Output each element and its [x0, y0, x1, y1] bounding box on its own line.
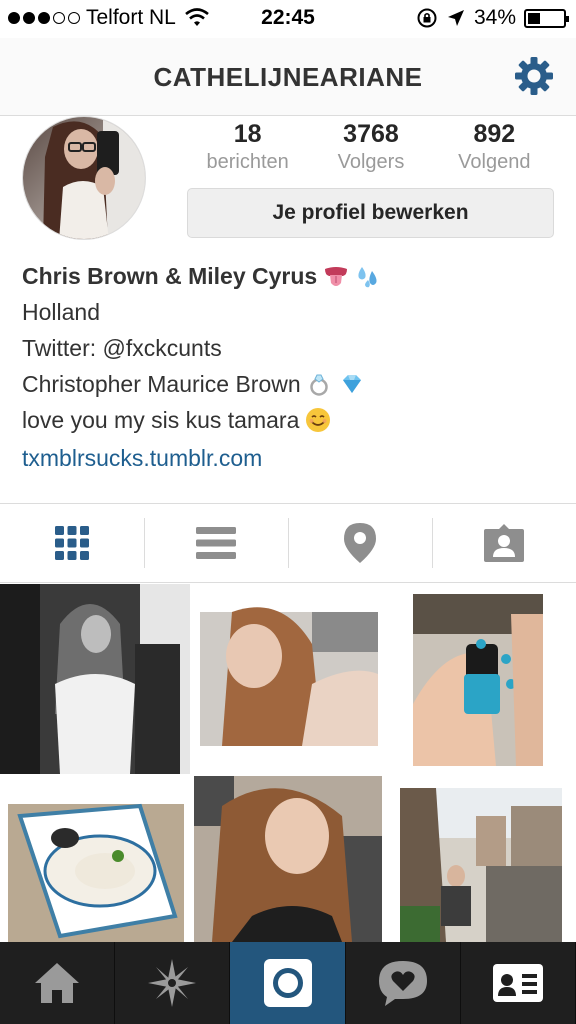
- bio-line: Twitter: @fxckcunts: [22, 335, 222, 361]
- photo-grid-item[interactable]: [386, 776, 576, 942]
- battery-percent: 34%: [473, 6, 516, 29]
- smiling-face-emoji-icon: [306, 408, 331, 432]
- tab-tagged-photos[interactable]: [432, 504, 576, 582]
- activity-heart-bubble-icon: [378, 961, 427, 1006]
- stat-value: 18: [233, 120, 262, 148]
- explore-star-icon: [148, 959, 197, 1007]
- tab-profile[interactable]: [461, 942, 576, 1024]
- tongue-emoji-icon: [325, 267, 348, 286]
- profile-stats: 18 berichten 3768 Volgers 892 Volgend: [186, 120, 556, 174]
- photo-thumbnail: [0, 584, 190, 774]
- bio-full-name: Chris Brown & Miley Cyrus: [22, 263, 318, 289]
- bio-name-line: Chris Brown & Miley Cyrus: [22, 258, 562, 294]
- photo-grid-item[interactable]: [386, 584, 576, 774]
- following-count[interactable]: 892 Volgend: [433, 120, 556, 174]
- tab-grid-view[interactable]: [0, 504, 144, 582]
- followers-count[interactable]: 3768 Volgers: [309, 120, 432, 174]
- profile-card-icon: [492, 964, 543, 1002]
- posts-count[interactable]: 18 berichten: [186, 120, 309, 174]
- tab-home[interactable]: [0, 942, 116, 1024]
- bio-line: Holland: [22, 299, 100, 325]
- avatar-photo: [23, 117, 145, 239]
- bio-line-text: love you my sis kus tamara: [22, 407, 300, 433]
- photo-thumbnail: [400, 788, 562, 942]
- photo-thumbnail: [194, 776, 382, 942]
- photo-grid-item[interactable]: [0, 584, 190, 774]
- photo-grid-item[interactable]: [192, 776, 384, 942]
- ring-emoji-icon: [309, 374, 328, 396]
- rotation-lock-icon: [417, 8, 437, 28]
- camera-icon: [263, 959, 312, 1007]
- bio-line-with-emoji: Christopher Maurice Brown: [22, 366, 562, 402]
- photo-thumbnail: [8, 803, 184, 942]
- tab-explore[interactable]: [115, 942, 231, 1024]
- profile-avatar[interactable]: [22, 116, 146, 240]
- tab-activity[interactable]: [346, 942, 461, 1024]
- bio-line-with-emoji: love you my sis kus tamara: [22, 402, 562, 438]
- stat-label: berichten: [206, 151, 289, 173]
- grid-icon: [55, 526, 89, 560]
- bio-website-link[interactable]: txmblrsucks.tumblr.com: [22, 440, 562, 476]
- status-bar: Telfort NL 22:45 34%: [0, 0, 576, 38]
- photo-thumbnail: [200, 607, 378, 746]
- bio-line-text: Christopher Maurice Brown: [22, 371, 301, 397]
- tab-map-view[interactable]: [288, 504, 432, 582]
- profile-view-tabs: [0, 503, 576, 583]
- tab-camera[interactable]: [230, 942, 346, 1024]
- bottom-tab-bar: [0, 942, 576, 1024]
- list-icon: [196, 527, 236, 559]
- photo-thumbnail: [413, 594, 543, 766]
- gem-emoji-icon: [342, 375, 361, 393]
- location-pin-icon: [344, 523, 376, 563]
- home-icon: [35, 963, 80, 1003]
- location-arrow-icon: [447, 10, 464, 26]
- navigation-bar: CATHELIJNEARIANE: [0, 38, 576, 116]
- stat-value: 3768: [343, 120, 399, 148]
- stat-label: Volgers: [337, 151, 405, 173]
- stat-value: 892: [473, 120, 516, 148]
- battery-level: [528, 12, 540, 24]
- photo-grid-item[interactable]: [192, 584, 384, 774]
- tagged-person-icon: [484, 524, 524, 562]
- profile-bio: Chris Brown & Miley Cyrus Holland Twitte…: [22, 258, 562, 476]
- battery-icon: [524, 8, 569, 28]
- photo-grid-item[interactable]: [0, 776, 190, 942]
- gear-icon[interactable]: [514, 56, 554, 96]
- profile-username: CATHELIJNEARIANE: [153, 62, 423, 92]
- tab-list-view[interactable]: [144, 504, 288, 582]
- sweat-drops-emoji-icon: [358, 267, 377, 288]
- stat-label: Volgend: [458, 151, 531, 173]
- status-right: 34%: [416, 6, 569, 30]
- edit-profile-button[interactable]: Je profiel bewerken: [187, 188, 554, 238]
